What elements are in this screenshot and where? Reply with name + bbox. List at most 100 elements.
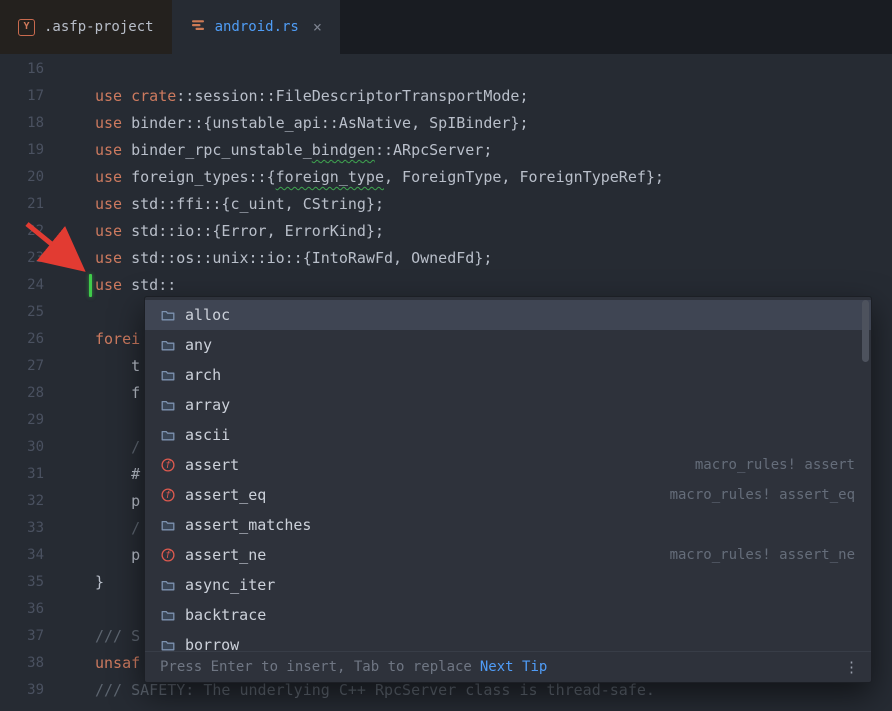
line-number: 39 <box>0 677 60 704</box>
completion-hint-bar: Press Enter to insert, Tab to replace Ne… <box>145 651 871 682</box>
completion-item[interactable]: assert_matches <box>145 510 871 540</box>
code-row: 23use std::os::unix::io::{IntoRawFd, Own… <box>0 245 892 272</box>
code-row: 19use binder_rpc_unstable_bindgen::ARpcS… <box>0 137 892 164</box>
line-number: 37 <box>0 623 60 650</box>
completion-item[interactable]: arch <box>145 360 871 390</box>
code-line[interactable]: use std::os::unix::io::{IntoRawFd, Owned… <box>60 245 892 272</box>
code-line[interactable] <box>60 56 892 83</box>
more-options-icon[interactable]: ⋮ <box>844 658 859 676</box>
module-icon <box>159 607 176 624</box>
line-number: 16 <box>0 56 60 83</box>
completion-item[interactable]: array <box>145 390 871 420</box>
macro-icon: f <box>159 547 176 564</box>
module-icon <box>159 517 176 534</box>
line-number: 32 <box>0 488 60 515</box>
line-number: 35 <box>0 569 60 596</box>
code-row: 21use std::ffi::{c_uint, CString}; <box>0 191 892 218</box>
hint-text: Press Enter to insert, Tab to replace <box>160 659 472 675</box>
completion-label: borrow <box>185 636 239 651</box>
completion-detail: macro_rules! assert_eq <box>670 487 855 503</box>
completion-item[interactable]: f assert_eq macro_rules! assert_eq <box>145 480 871 510</box>
code-line[interactable]: use binder::{unstable_api::AsNative, SpI… <box>60 110 892 137</box>
line-number: 23 <box>0 245 60 272</box>
module-icon <box>159 427 176 444</box>
completion-item[interactable]: any <box>145 330 871 360</box>
code-row: 17use crate::session::FileDescriptorTran… <box>0 83 892 110</box>
code-row: 24use std:: <box>0 272 892 299</box>
editor-window: Y .asfp-project android.rs × 16 17use cr… <box>0 0 892 711</box>
module-icon <box>159 307 176 324</box>
tab-label: .asfp-project <box>44 19 154 35</box>
line-number: 28 <box>0 380 60 407</box>
line-number: 25 <box>0 299 60 326</box>
line-number: 31 <box>0 461 60 488</box>
macro-icon: f <box>159 487 176 504</box>
completion-detail: macro_rules! assert <box>695 457 855 473</box>
completion-label: array <box>185 396 230 414</box>
code-row: 20use foreign_types::{foreign_type, Fore… <box>0 164 892 191</box>
completion-label: assert_eq <box>185 486 266 504</box>
line-number: 24 <box>0 272 60 299</box>
macro-icon: f <box>159 457 176 474</box>
completion-item[interactable]: ascii <box>145 420 871 450</box>
completion-label: alloc <box>185 306 230 324</box>
module-icon <box>159 577 176 594</box>
completion-label: any <box>185 336 212 354</box>
svg-text:f: f <box>165 550 171 561</box>
module-icon <box>159 397 176 414</box>
line-number: 27 <box>0 353 60 380</box>
code-line[interactable]: use foreign_types::{foreign_type, Foreig… <box>60 164 892 191</box>
line-number: 19 <box>0 137 60 164</box>
code-line[interactable]: use binder_rpc_unstable_bindgen::ARpcSer… <box>60 137 892 164</box>
completion-popup: alloc any arch array ascii f assert macro_rules… <box>144 296 872 683</box>
tab-android-rs[interactable]: android.rs × <box>172 0 340 54</box>
completion-item[interactable]: async_iter <box>145 570 871 600</box>
close-icon[interactable]: × <box>313 18 322 36</box>
line-number: 34 <box>0 542 60 569</box>
module-icon <box>159 637 176 652</box>
completion-label: assert_matches <box>185 516 311 534</box>
line-number: 26 <box>0 326 60 353</box>
line-number: 20 <box>0 164 60 191</box>
line-number: 22 <box>0 218 60 245</box>
line-number: 33 <box>0 515 60 542</box>
completion-detail: macro_rules! assert_ne <box>670 547 855 563</box>
completion-label: assert <box>185 456 239 474</box>
completion-item[interactable]: f assert_ne macro_rules! assert_ne <box>145 540 871 570</box>
line-number: 30 <box>0 434 60 461</box>
tab-asfp-project[interactable]: Y .asfp-project <box>0 0 172 54</box>
tab-label: android.rs <box>215 19 299 35</box>
completion-label: arch <box>185 366 221 384</box>
completion-item[interactable]: backtrace <box>145 600 871 630</box>
line-number: 29 <box>0 407 60 434</box>
code-line[interactable]: use crate::session::FileDescriptorTransp… <box>60 83 892 110</box>
code-row: 18use binder::{unstable_api::AsNative, S… <box>0 110 892 137</box>
completion-label: assert_ne <box>185 546 266 564</box>
completion-label: ascii <box>185 426 230 444</box>
module-icon <box>159 337 176 354</box>
line-number: 38 <box>0 650 60 677</box>
y-file-icon: Y <box>18 19 35 36</box>
code-line[interactable]: use std::io::{Error, ErrorKind}; <box>60 218 892 245</box>
line-number: 36 <box>0 596 60 623</box>
completion-label: backtrace <box>185 606 266 624</box>
module-icon <box>159 367 176 384</box>
tab-bar: Y .asfp-project android.rs × <box>0 0 892 54</box>
next-tip-link[interactable]: Next Tip <box>480 659 547 675</box>
code-line[interactable]: use std:: <box>60 272 892 299</box>
completion-list: alloc any arch array ascii f assert macro_rules… <box>145 297 871 651</box>
svg-text:f: f <box>165 490 171 501</box>
popup-scrollbar[interactable] <box>862 300 869 362</box>
completion-item[interactable]: alloc <box>145 300 871 330</box>
svg-text:f: f <box>165 460 171 471</box>
code-row: 22use std::io::{Error, ErrorKind}; <box>0 218 892 245</box>
completion-item[interactable]: f assert macro_rules! assert <box>145 450 871 480</box>
code-line[interactable]: use std::ffi::{c_uint, CString}; <box>60 191 892 218</box>
line-number: 17 <box>0 83 60 110</box>
line-number: 21 <box>0 191 60 218</box>
code-row: 16 <box>0 56 892 83</box>
completion-label: async_iter <box>185 576 275 594</box>
completion-item[interactable]: borrow <box>145 630 871 651</box>
rust-file-icon <box>190 17 206 37</box>
text-caret <box>89 274 92 297</box>
